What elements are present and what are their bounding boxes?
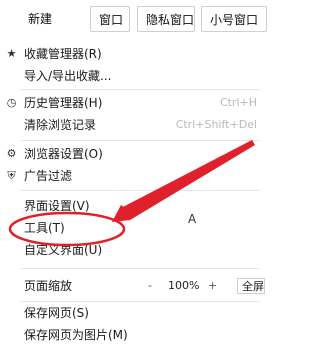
menu-item-label: 导入/导出收藏...	[24, 69, 112, 83]
menu-item-shortcut: Ctrl+Shift+Del	[175, 118, 257, 131]
menu-item-browser-settings[interactable]: ⚙ 浏览器设置(O)	[0, 143, 265, 165]
menu-divider	[20, 89, 260, 90]
menu-item-import-export[interactable]: 导入/导出收藏...	[0, 65, 265, 87]
menu-item-shortcut: Ctrl+H	[219, 96, 257, 109]
new-window-button[interactable]: 窗口	[90, 6, 130, 32]
new-small-window-button[interactable]: 小号窗口	[201, 6, 267, 32]
gear-icon: ⚙	[6, 147, 17, 160]
browser-main-menu: ★ 收藏管理器(R) 导入/导出收藏... ◷ 历史管理器(H) Ctrl+H …	[0, 40, 265, 342]
fullscreen-button[interactable]: 全屏	[237, 278, 265, 294]
menu-item-save-page-as-image[interactable]: 保存网页为图片(M)	[0, 324, 265, 346]
menu-item-label: 保存网页(S)	[24, 306, 89, 320]
menu-item-label: 保存网页为图片(M)	[24, 328, 128, 342]
menu-item-page-zoom: 页面缩放 - 100% + 全屏	[0, 275, 265, 297]
menu-item-label: 历史管理器(H)	[24, 96, 103, 110]
new-menu-label: 新建	[28, 12, 53, 26]
menu-item-interface-settings[interactable]: 界面设置(V)	[0, 195, 265, 217]
menu-item-label: 收藏管理器(R)	[24, 47, 102, 61]
star-icon: ★	[6, 47, 17, 60]
menu-item-label: 自定义界面(U)	[24, 243, 103, 257]
clock-icon: ◷	[6, 96, 17, 109]
menu-item-clear-history[interactable]: 清除浏览记录 Ctrl+Shift+Del	[0, 114, 265, 136]
menu-item-favorites-manager[interactable]: ★ 收藏管理器(R)	[0, 43, 265, 65]
menu-divider	[20, 268, 260, 269]
menu-item-label: 清除浏览记录	[24, 118, 97, 132]
menu-item-label: 页面缩放	[24, 279, 73, 293]
menu-item-label: 界面设置(V)	[24, 199, 90, 213]
menu-item-ad-filter[interactable]: ⛨ 广告过滤	[0, 165, 265, 187]
menu-item-save-page[interactable]: 保存网页(S)	[0, 302, 265, 324]
zoom-out-button[interactable]: -	[148, 275, 152, 297]
menu-item-customize-interface[interactable]: 自定义界面(U)	[0, 239, 265, 261]
new-private-window-button[interactable]: 隐私窗口	[137, 6, 195, 32]
menu-item-label: 浏览器设置(O)	[24, 147, 103, 161]
zoom-level: 100%	[168, 279, 200, 292]
menu-topbar: 新建 窗口 隐私窗口 小号窗口	[0, 0, 267, 40]
zoom-in-button[interactable]: +	[208, 275, 217, 297]
menu-item-history-manager[interactable]: ◷ 历史管理器(H) Ctrl+H	[0, 92, 265, 114]
cursor-icon: A	[188, 212, 197, 226]
menu-item-label: 广告过滤	[24, 169, 73, 183]
menu-item-label: 工具(T)	[24, 221, 65, 235]
shield-icon: ⛨	[7, 169, 16, 182]
menu-divider	[20, 140, 260, 141]
menu-item-tools[interactable]: 工具(T)	[0, 217, 265, 239]
menu-divider	[20, 190, 260, 191]
